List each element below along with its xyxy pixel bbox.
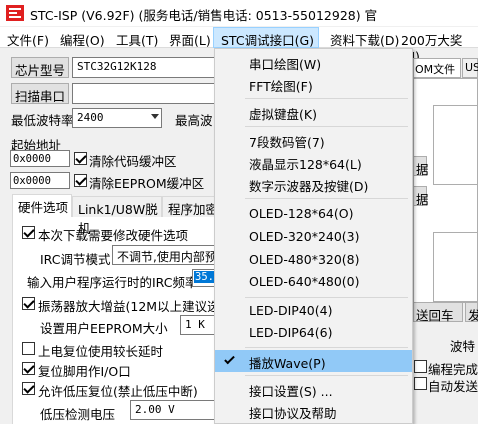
- menu-item-lcd-128x64[interactable]: 液晶显示128*64(L): [215, 151, 412, 173]
- send-return-button[interactable]: 送回车: [413, 302, 463, 323]
- eeprom-address-input[interactable]: 0x0000: [10, 172, 70, 189]
- max-baud-label: 最高波: [175, 113, 213, 128]
- lvd-reset-label: 允许低压复位(禁止低压中断): [38, 384, 198, 399]
- osc-gain-checkbox[interactable]: [22, 297, 35, 310]
- tab-hardware-options[interactable]: 硬件选项: [12, 194, 72, 217]
- menu-item-led-dip40[interactable]: LED-DIP40(4): [215, 300, 412, 322]
- menu-item-oled-320x240[interactable]: OLED-320*240(3): [215, 226, 412, 248]
- tab-program-encrypt[interactable]: 程序加密: [162, 196, 222, 217]
- scan-port-button[interactable]: 扫描串口: [11, 83, 69, 104]
- menu-item-led-dip64[interactable]: LED-DIP64(6): [215, 322, 412, 344]
- irc-mode-select[interactable]: 不调节,使用内部预: [112, 245, 222, 265]
- menu-item-play-wave[interactable]: 播放Wave(P): [215, 350, 412, 372]
- menu-stc-debug[interactable]: STC调试接口(G): [213, 27, 319, 48]
- menu-separator: [245, 98, 408, 99]
- modify-hw-checkbox[interactable]: [22, 226, 35, 239]
- menu-item-virtual-keyboard[interactable]: 虚拟键盘(K): [215, 101, 412, 123]
- chevron-down-icon: [151, 114, 159, 119]
- start-address-input[interactable]: 0x0000: [10, 150, 70, 167]
- modify-hw-label: 本次下载需要修改硬件选项: [38, 228, 189, 243]
- clear-eeprom-checkbox[interactable]: [74, 174, 87, 187]
- menu-item-oled-480x320[interactable]: OLED-480*320(8): [215, 249, 412, 271]
- power-reset-label: 上电复位使用较长延时: [38, 344, 164, 359]
- auto-send-checkbox[interactable]: [414, 377, 427, 390]
- menu-stc-debug-label: STC调试接口(G): [221, 33, 315, 48]
- tab-link1-offline[interactable]: Link1/U8W脱机: [72, 196, 162, 236]
- send-button[interactable]: 发: [465, 302, 478, 323]
- clear-code-label: 清除代码缓冲区: [89, 154, 177, 169]
- menu-item-port-settings[interactable]: 接口设置(S) ...: [215, 378, 412, 400]
- receive-text-box[interactable]: [433, 105, 478, 185]
- clear-code-checkbox[interactable]: [74, 152, 87, 165]
- menu-tools[interactable]: 工具(T): [116, 30, 158, 49]
- menu-separator: [245, 126, 408, 127]
- menu-separator: [245, 347, 408, 348]
- menu-downloads[interactable]: 资料下载(D): [330, 30, 399, 49]
- menu-item-protocol-help[interactable]: 接口协议及帮助: [215, 400, 412, 422]
- data-button-2[interactable]: 据: [413, 186, 429, 207]
- menu-bar: 文件(F) 编程(O) 工具(T) 界面(L) STC调试接口(G) 资料下载(…: [0, 27, 478, 64]
- reset-pin-label: 复位脚用作I/O口: [38, 364, 131, 379]
- min-baud-select[interactable]: 2400: [72, 108, 162, 128]
- auto-send-label: 自动发送: [428, 379, 478, 394]
- min-baud-label: 最低波特率: [11, 113, 74, 128]
- stc-debug-dropdown-menu: 串口绘图(W) FFT绘图(F) 虚拟键盘(K) 7段数码管(7) 液晶显示12…: [214, 48, 413, 424]
- menu-item-oled-128x64[interactable]: OLED-128*64(O): [215, 203, 412, 225]
- menu-item-serial-plot[interactable]: 串口绘图(W): [215, 51, 412, 73]
- osc-gain-label: 振荡器放大增益(12M以上建议选择: [38, 299, 233, 314]
- clear-eeprom-label: 清除EEPROM缓冲区: [89, 176, 205, 191]
- app-icon: [6, 5, 24, 21]
- tab-rom-file[interactable]: OM文件: [413, 58, 461, 78]
- menu-separator: [245, 375, 408, 376]
- chip-model-select[interactable]: STC32G12K128: [72, 57, 222, 78]
- tab-us-partial[interactable]: US: [462, 58, 478, 78]
- check-icon: [224, 353, 235, 365]
- power-reset-checkbox[interactable]: [22, 342, 35, 355]
- menu-item-7seg[interactable]: 7段数码管(7): [215, 129, 412, 151]
- menu-item-oled-640x480[interactable]: OLED-640*480(0): [215, 271, 412, 293]
- eeprom-size-label: 设置用户EEPROM大小: [40, 321, 168, 336]
- irc-freq-label: 输入用户程序运行时的IRC频率: [27, 275, 198, 290]
- reset-pin-checkbox[interactable]: [22, 362, 35, 375]
- send-text-box[interactable]: [433, 232, 478, 302]
- irc-mode-label: IRC调节模式: [40, 252, 111, 267]
- title-bar: STC-ISP (V6.92F) (服务电话/销售电话: 0513-550129…: [0, 0, 478, 42]
- menu-interface[interactable]: 界面(L): [169, 30, 211, 49]
- menu-item-oscilloscope[interactable]: 数字示波器及按键(D): [215, 173, 412, 195]
- menu-program[interactable]: 编程(O): [60, 30, 105, 49]
- prog-done-checkbox[interactable]: [414, 360, 427, 373]
- menu-separator: [245, 297, 408, 298]
- lvd-reset-checkbox[interactable]: [22, 382, 35, 395]
- baud-rate-label: 波特: [450, 339, 476, 354]
- lvd-voltage-select[interactable]: 2.00 V: [130, 400, 222, 420]
- port-select[interactable]: [72, 83, 222, 104]
- data-button-1[interactable]: 据: [413, 156, 429, 177]
- chip-model-button[interactable]: 芯片型号: [11, 57, 69, 78]
- menu-file[interactable]: 文件(F): [7, 30, 49, 49]
- menu-item-fft-plot[interactable]: FFT绘图(F): [215, 73, 412, 95]
- lvd-voltage-label: 低压检测电压: [40, 407, 116, 422]
- menu-separator: [245, 198, 408, 199]
